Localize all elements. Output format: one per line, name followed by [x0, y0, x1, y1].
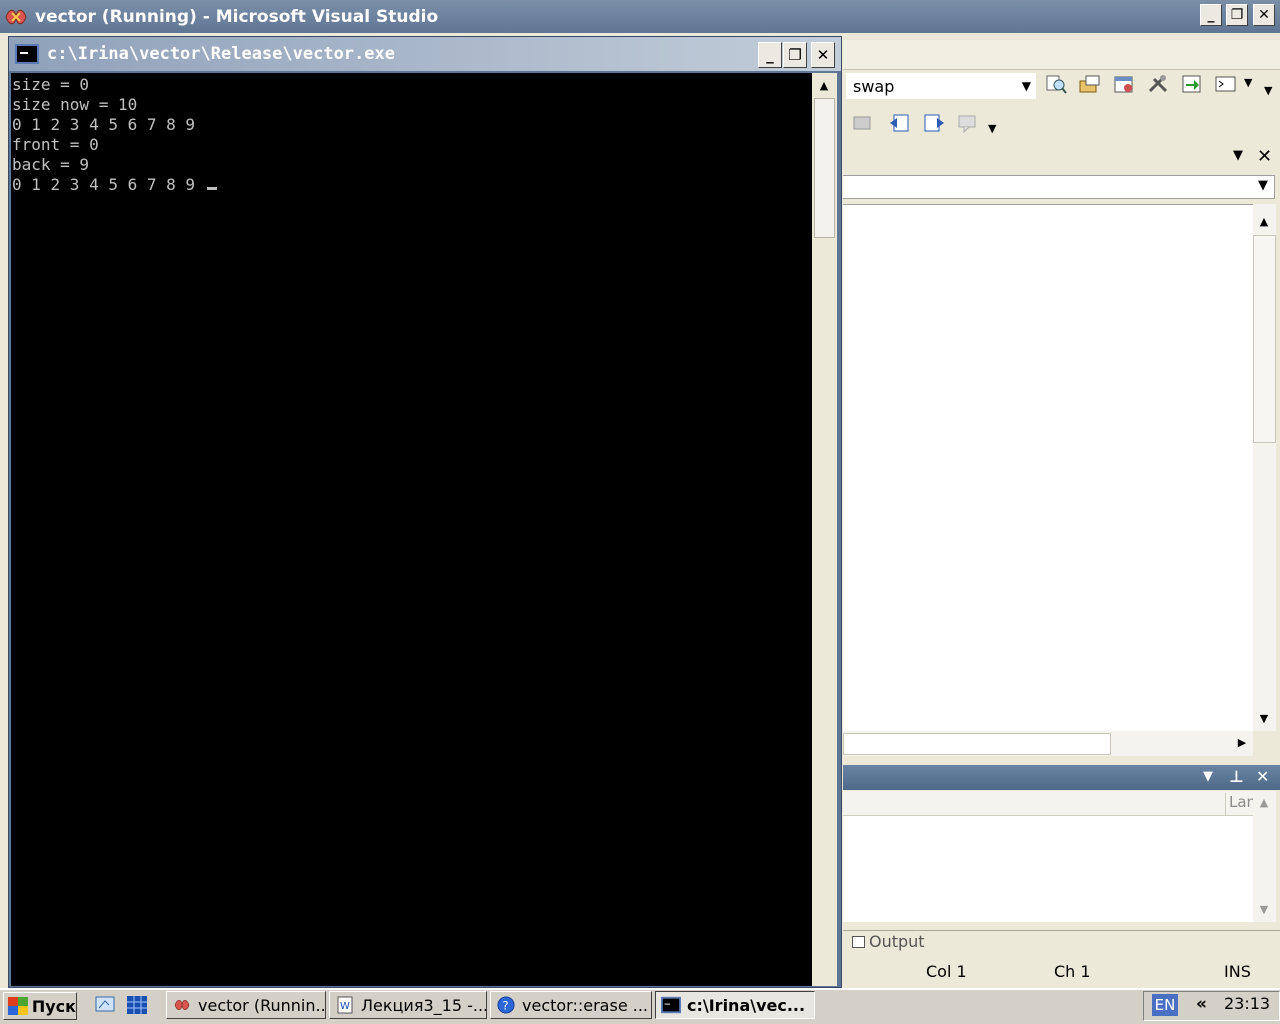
- visual-studio-icon: [174, 999, 190, 1011]
- pane-header: ▼ ✕: [843, 145, 1280, 171]
- visual-studio-icon: [5, 9, 27, 24]
- pane-combo[interactable]: ▼: [843, 175, 1275, 199]
- task-button-word[interactable]: W Лекция3_15 -...: [329, 991, 487, 1019]
- scroll-down-icon[interactable]: ▼: [1253, 899, 1275, 921]
- console-output[interactable]: size = 0 size now = 10 0 1 2 3 4 5 6 7 8…: [11, 73, 812, 986]
- previous-bookmark-icon[interactable]: [888, 112, 912, 134]
- find-in-files-icon[interactable]: [1044, 73, 1068, 95]
- tray-expand-button[interactable]: «: [1196, 994, 1207, 1014]
- tab-output-label: Output: [869, 932, 925, 951]
- close-icon[interactable]: ✕: [1257, 146, 1272, 167]
- output-column-header: [843, 791, 1253, 816]
- chevron-down-icon[interactable]: ▼: [1022, 79, 1031, 93]
- scroll-up-icon[interactable]: ▲: [1253, 211, 1275, 233]
- toolbar-overflow-icon[interactable]: ▼: [988, 122, 1002, 144]
- console-title: c:\Irina\vector\Release\vector.exe: [47, 44, 395, 64]
- status-mode: INS: [1224, 962, 1251, 981]
- svg-text:W: W: [340, 1001, 350, 1012]
- output-column-lan[interactable]: Lan: [1225, 793, 1256, 815]
- vs-titlebar[interactable]: vector (Running) - Microsoft Visual Stud…: [0, 0, 1280, 33]
- output-content: [843, 816, 1253, 922]
- console-icon: [661, 996, 681, 1014]
- pin-icon[interactable]: ⊥: [1229, 767, 1244, 786]
- clock: 23:13: [1224, 994, 1271, 1013]
- task-button-console[interactable]: c:\Irina\vec...: [655, 991, 815, 1019]
- start-page-icon[interactable]: [1180, 73, 1204, 95]
- close-icon[interactable]: ✕: [1256, 767, 1269, 786]
- window-switcher-icon[interactable]: [125, 994, 149, 1016]
- find-combo[interactable]: swap ▼: [846, 73, 1036, 99]
- scroll-up-icon[interactable]: ▲: [813, 75, 835, 97]
- console-titlebar[interactable]: c:\Irina\vector\Release\vector.exe: [9, 37, 841, 71]
- console-icon: [15, 44, 39, 64]
- help-icon: ?: [497, 996, 515, 1014]
- show-desktop-icon[interactable]: [93, 994, 117, 1016]
- task-label: vector (Runnin...: [198, 995, 326, 1015]
- toolbox-icon[interactable]: [1146, 73, 1170, 95]
- scrollbar-thumb[interactable]: [814, 98, 835, 238]
- window-title: vector (Running) - Microsoft Visual Stud…: [35, 6, 439, 27]
- task-label: vector::erase ...: [522, 995, 648, 1015]
- restore-button[interactable]: ❐: [1226, 4, 1248, 26]
- toolbar-overflow-icon[interactable]: ▼: [1264, 84, 1278, 106]
- text-cursor: [206, 187, 217, 190]
- standard-toolbar: [843, 40, 1280, 70]
- console-minimize-button[interactable]: _: [758, 42, 782, 68]
- chevron-down-icon[interactable]: ▼: [1233, 148, 1243, 163]
- next-bookmark-icon[interactable]: [922, 112, 946, 134]
- status-bar: Col 1 Ch 1 INS: [843, 957, 1280, 987]
- minimize-button[interactable]: _: [1200, 4, 1222, 26]
- task-button-visual-studio[interactable]: vector (Runnin...: [166, 991, 326, 1019]
- word-document-icon: W: [337, 996, 353, 1014]
- vertical-scrollbar[interactable]: ▲ ▼: [1253, 791, 1276, 922]
- solution-explorer-icon[interactable]: [1078, 73, 1102, 95]
- console-restore-button[interactable]: ❐: [783, 42, 807, 68]
- status-ch: Ch 1: [1054, 962, 1091, 981]
- scroll-right-icon[interactable]: ▶: [1231, 732, 1253, 754]
- tab-output[interactable]: Output: [852, 932, 925, 951]
- start-button-label: Пуск: [31, 996, 76, 1016]
- find-combo-value: swap: [853, 76, 895, 96]
- console-line: front = 0: [12, 135, 99, 154]
- status-col: Col 1: [926, 962, 967, 981]
- scroll-up-icon[interactable]: ▲: [1253, 792, 1275, 814]
- console-close-button[interactable]: ✕: [811, 42, 835, 68]
- pane-content: [843, 204, 1253, 731]
- output-titlebar[interactable]: ▼ ⊥ ✕: [843, 765, 1280, 790]
- console-line-last: 0 1 2 3 4 5 6 7 8 9: [12, 175, 811, 195]
- bookmark-icon[interactable]: [852, 112, 876, 134]
- task-label: c:\Irina\vec...: [687, 995, 806, 1015]
- console-line: size = 0: [12, 75, 90, 94]
- console-line: back = 9: [12, 155, 90, 174]
- task-button-help[interactable]: ? vector::erase ...: [490, 991, 652, 1019]
- properties-icon[interactable]: [1112, 73, 1136, 95]
- output-icon: [852, 935, 865, 948]
- chevron-down-icon[interactable]: ▼: [1203, 769, 1213, 784]
- comment-icon[interactable]: [956, 112, 980, 134]
- console-line: 0 1 2 3 4 5 6 7 8 9: [12, 115, 196, 134]
- svg-text:?: ?: [502, 999, 508, 1013]
- command-window-icon[interactable]: [1214, 73, 1238, 95]
- scrollbar-thumb[interactable]: [843, 733, 1111, 755]
- language-indicator[interactable]: EN: [1152, 994, 1178, 1016]
- task-label: Лекция3_15 -...: [361, 995, 487, 1015]
- scrollbar-thumb[interactable]: [1253, 235, 1276, 443]
- windows-logo-icon: [8, 997, 28, 1015]
- console-line-text: 0 1 2 3 4 5 6 7 8 9: [12, 175, 205, 194]
- chevron-down-icon[interactable]: ▼: [1258, 178, 1268, 193]
- console-line: size now = 10: [12, 95, 138, 114]
- scroll-down-icon[interactable]: ▼: [1253, 708, 1275, 730]
- close-button[interactable]: ✕: [1253, 4, 1275, 26]
- start-button[interactable]: Пуск: [3, 992, 77, 1020]
